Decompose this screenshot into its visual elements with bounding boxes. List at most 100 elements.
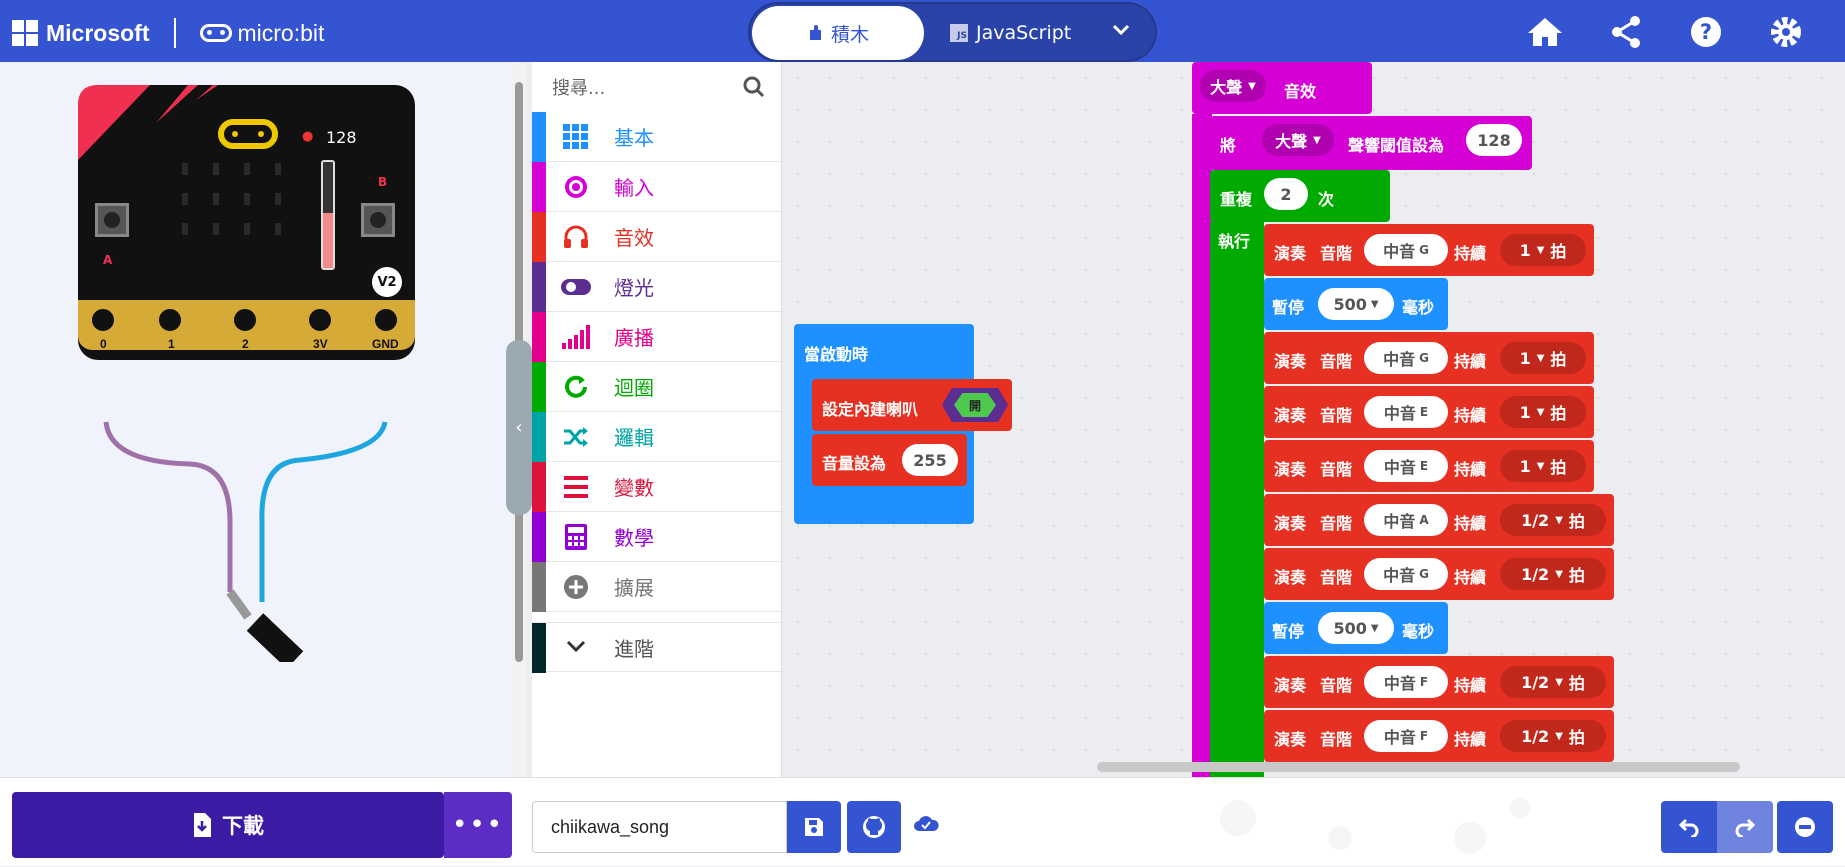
download-icon <box>194 813 211 837</box>
product-name: micro:bit <box>237 19 325 46</box>
search-field[interactable]: 搜尋... <box>532 62 781 112</box>
pause-ms-dropdown[interactable]: 500 ▼ <box>1318 288 1394 320</box>
note-name: 中音 <box>1383 512 1416 531</box>
set-speaker-label: 設定內建喇叭 <box>822 400 919 419</box>
threshold-value[interactable]: 128 <box>1466 124 1522 156</box>
beat-dropdown[interactable]: 1/2 ▼ 拍 <box>1500 666 1606 698</box>
led[interactable] <box>213 163 219 175</box>
loop-icon <box>556 374 596 400</box>
sound-level-value: 128 <box>326 128 357 147</box>
collapse-simulator-button[interactable]: ‹ <box>506 340 532 515</box>
note-letter: E <box>1419 405 1429 419</box>
note-selector[interactable]: 中音 F <box>1364 720 1448 752</box>
loud-dropdown[interactable]: 大聲 ▼ <box>1200 70 1266 102</box>
note-selector[interactable]: 中音 G <box>1364 234 1448 266</box>
threshold-dropdown[interactable]: 大聲 ▼ <box>1262 124 1334 156</box>
speaker-toggle[interactable]: 開 <box>942 388 1008 422</box>
button-a[interactable] <box>95 203 129 237</box>
led[interactable] <box>182 193 188 205</box>
led[interactable] <box>275 223 281 235</box>
duration-label: 持續 <box>1454 730 1487 749</box>
note-selector[interactable]: 中音 G <box>1364 342 1448 374</box>
led[interactable] <box>213 223 219 235</box>
tab-blocks[interactable]: 積木 <box>752 6 924 60</box>
beat-dropdown[interactable]: 1 ▼ 拍 <box>1500 396 1586 428</box>
project-name-input[interactable]: chiikawa_song <box>532 801 787 853</box>
save-icon <box>805 818 823 836</box>
beat-dropdown[interactable]: 1 ▼ 拍 <box>1500 342 1586 374</box>
note-selector[interactable]: 中音 E <box>1364 396 1448 428</box>
search-icon[interactable] <box>743 76 765 98</box>
note-selector[interactable]: 中音 E <box>1364 450 1448 482</box>
loud-event-body <box>1192 114 1212 777</box>
threshold-label: 聲響閾值設為 <box>1348 136 1445 155</box>
pin-1[interactable] <box>155 305 185 335</box>
toolbox-category[interactable]: 變數 <box>532 462 781 512</box>
led[interactable] <box>244 223 250 235</box>
github-button[interactable] <box>847 801 901 853</box>
download-button[interactable]: 下載 <box>12 792 444 858</box>
beat-dropdown[interactable]: 1 ▼ 拍 <box>1500 450 1586 482</box>
microbit-board[interactable]: ● 128 A B V2 0 1 2 3V GND <box>78 85 415 360</box>
bottom-bar: 下載 ••• chiikawa_song <box>0 777 1845 866</box>
note-selector[interactable]: 中音 A <box>1364 504 1448 536</box>
pin-3v[interactable] <box>305 305 335 335</box>
note-selector[interactable]: 中音 F <box>1364 666 1448 698</box>
zoom-out-button[interactable] <box>1777 801 1833 853</box>
beat-unit-label: 拍 <box>1550 242 1567 261</box>
toolbox-category[interactable]: 基本 <box>532 112 781 162</box>
toolbox-category[interactable]: 輸入 <box>532 162 781 212</box>
pin-gnd[interactable] <box>371 305 401 335</box>
duration-label: 持續 <box>1454 352 1487 371</box>
redo-button[interactable] <box>1717 801 1773 853</box>
beat-dropdown[interactable]: 1/2 ▼ 拍 <box>1500 558 1606 590</box>
more-options-button[interactable]: ••• <box>444 792 512 858</box>
home-icon[interactable] <box>1525 12 1565 52</box>
toolbox-category[interactable]: 廣播 <box>532 312 781 362</box>
dropdown-arrow-icon: ▼ <box>1370 622 1379 634</box>
sound-level-slider[interactable] <box>321 160 335 270</box>
board-corner-decoration <box>78 85 218 160</box>
pin-2[interactable] <box>230 305 260 335</box>
repeat-times-label: 次 <box>1318 190 1335 209</box>
toolbox-advanced[interactable]: 進階 <box>532 622 781 673</box>
toolbox-category[interactable]: 燈光 <box>532 262 781 312</box>
toolbox-category[interactable]: 迴圈 <box>532 362 781 412</box>
blocks-workspace[interactable]: 當啟動時 設定內建喇叭 開 音量設為 255 大聲 ▼ 音效 將 大聲 ▼ 聲響閾值… <box>782 62 1845 777</box>
note-selector[interactable]: 中音 G <box>1364 558 1448 590</box>
button-b[interactable] <box>361 203 395 237</box>
volume-value[interactable]: 255 <box>902 444 958 476</box>
help-icon[interactable]: ? <box>1686 12 1726 52</box>
led[interactable] <box>182 223 188 235</box>
language-dropdown-chevron-icon[interactable] <box>1112 20 1130 41</box>
zoom-out-icon <box>1795 817 1815 837</box>
undo-button[interactable] <box>1661 801 1717 853</box>
cloud-save-icon[interactable] <box>913 813 939 837</box>
toolbox-category[interactable]: 邏輯 <box>532 412 781 462</box>
signal-icon <box>556 324 596 349</box>
pause-ms-dropdown[interactable]: 500 ▼ <box>1318 612 1394 644</box>
play-label: 演奏 <box>1274 730 1307 749</box>
led[interactable] <box>275 163 281 175</box>
tab-javascript[interactable]: JS JavaScript <box>950 6 1071 60</box>
workspace-horizontal-scrollbar[interactable] <box>1097 762 1740 772</box>
toolbox-category[interactable]: 擴展 <box>532 562 781 612</box>
beat-dropdown[interactable]: 1 ▼ 拍 <box>1500 234 1586 266</box>
beat-value: 1/2 <box>1521 510 1550 530</box>
toolbox-category[interactable]: 數學 <box>532 512 781 562</box>
beat-dropdown[interactable]: 1/2 ▼ 拍 <box>1500 720 1606 752</box>
led[interactable] <box>244 163 250 175</box>
led[interactable] <box>182 163 188 175</box>
toolbox-category[interactable]: 音效 <box>532 212 781 262</box>
share-icon[interactable] <box>1606 12 1646 52</box>
search-input[interactable]: 搜尋... <box>552 74 605 100</box>
brand-logo[interactable]: Microsoft micro:bit <box>12 18 324 48</box>
pin-0[interactable] <box>88 305 118 335</box>
led[interactable] <box>244 193 250 205</box>
led[interactable] <box>275 193 281 205</box>
settings-icon[interactable] <box>1766 12 1806 52</box>
led[interactable] <box>213 193 219 205</box>
save-button[interactable] <box>787 801 841 853</box>
beat-dropdown[interactable]: 1/2 ▼ 拍 <box>1500 504 1606 536</box>
repeat-count[interactable]: 2 <box>1264 178 1308 210</box>
